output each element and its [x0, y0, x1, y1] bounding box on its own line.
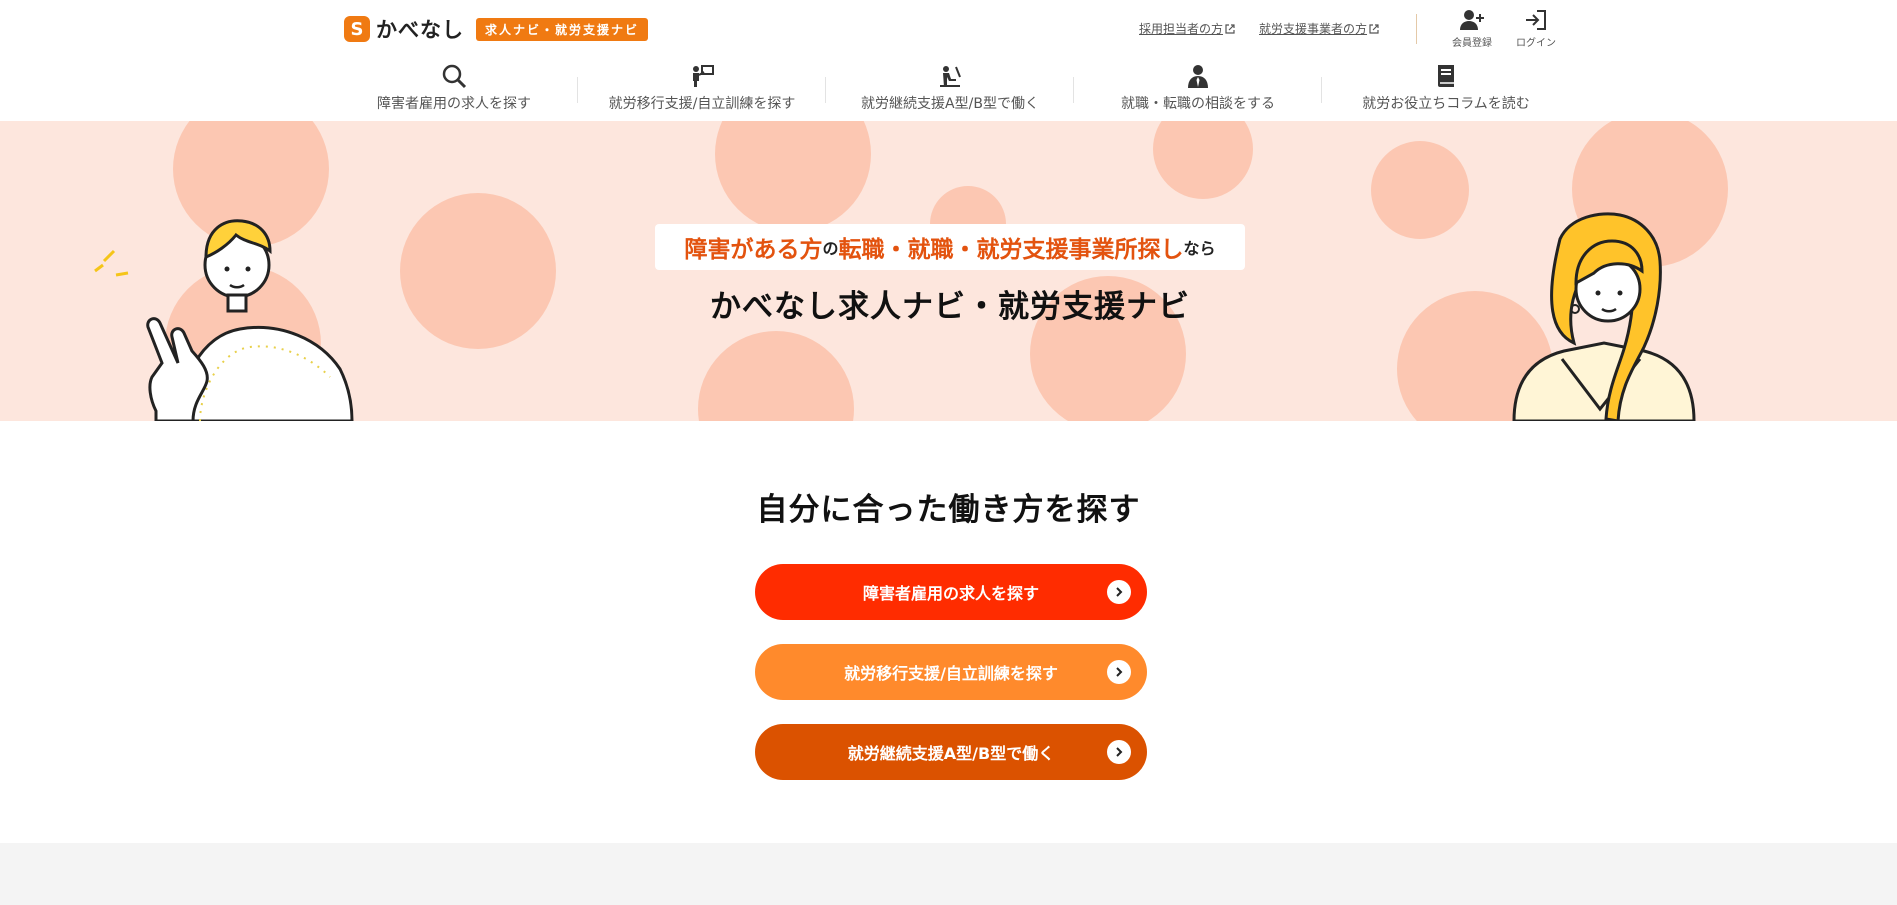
hero-catchphrase: 障害がある方 の 転職・就職・就労支援事業所探し なら	[655, 224, 1245, 270]
register-button[interactable]: 会員登録	[1452, 8, 1492, 49]
login-button[interactable]: ログイン	[1516, 8, 1556, 49]
cta-label: 就労継続支援A型/B型で働く	[847, 744, 1055, 763]
catch-highlight: 障害がある方	[684, 237, 823, 263]
chevron-right-icon	[1107, 660, 1131, 684]
logo-badge: 求人ナビ・就労支援ナビ	[476, 17, 649, 41]
footer-band	[0, 843, 1897, 905]
cta-work-button[interactable]: 就労継続支援A型/B型で働く	[755, 724, 1147, 780]
consult-icon	[1188, 65, 1208, 88]
external-link-icon	[1369, 23, 1379, 34]
logo-text: かべなし	[376, 18, 464, 42]
cta-training-button[interactable]: 就労移行支援/自立訓練を探す	[755, 644, 1147, 700]
catch-text: なら	[1183, 239, 1216, 258]
character-woman-illustration	[1512, 212, 1696, 421]
decor-circle	[1371, 141, 1469, 239]
login-icon	[1526, 10, 1546, 30]
hero-banner: 障害がある方 の 転職・就職・就労支援事業所探し なら かべなし求人ナビ・就労支…	[0, 121, 1897, 421]
training-icon	[693, 65, 714, 87]
nav-item-training[interactable]: 就労移行支援/自立訓練を探す	[578, 63, 826, 115]
hero-title: かべなし求人ナビ・就労支援ナビ	[710, 289, 1190, 325]
catch-text: の	[822, 239, 839, 258]
chevron-right-icon	[1107, 740, 1131, 764]
decor-circle	[715, 121, 871, 232]
site-header: S かべなし 求人ナビ・就労支援ナビ 採用担当者の方 就労支援事業者の方 会員登…	[0, 0, 1897, 122]
header-divider	[1416, 14, 1417, 44]
decor-circle	[1153, 121, 1253, 199]
provider-link[interactable]: 就労支援事業者の方	[1259, 20, 1379, 37]
book-icon	[1438, 65, 1454, 87]
nav-item-column[interactable]: 就労お役立ちコラムを読む	[1322, 63, 1570, 115]
character-man-illustration	[94, 219, 354, 421]
site-logo[interactable]: S かべなし 求人ナビ・就労支援ナビ	[344, 14, 649, 44]
nav-item-job-search[interactable]: 障害者雇用の求人を探す	[330, 63, 578, 115]
logo-icon: S	[344, 16, 370, 42]
chevron-right-icon	[1107, 580, 1131, 604]
cta-label: 就労移行支援/自立訓練を探す	[844, 664, 1058, 683]
nav-item-consult[interactable]: 就職・転職の相談をする	[1074, 63, 1322, 115]
nav-item-work[interactable]: 就労継続支援A型/B型で働く	[826, 63, 1074, 115]
decor-circle	[698, 331, 854, 421]
external-link-icon	[1225, 23, 1235, 34]
decor-circle	[400, 193, 556, 349]
top-links: 採用担当者の方 就労支援事業者の方	[1139, 20, 1379, 37]
main-nav: 障害者雇用の求人を探す 就労移行支援/自立訓練を探す 就労継続支援A型/B型で働…	[330, 63, 1570, 115]
section-title: 自分に合った働き方を探す	[756, 492, 1141, 528]
work-icon	[940, 66, 961, 87]
search-icon	[442, 64, 467, 89]
cta-label: 障害者雇用の求人を探す	[862, 584, 1039, 603]
cta-job-search-button[interactable]: 障害者雇用の求人を探す	[755, 564, 1147, 620]
recruiter-link[interactable]: 採用担当者の方	[1139, 20, 1235, 37]
add-user-icon	[1460, 10, 1484, 30]
catch-highlight: 転職・就職・就労支援事業所探し	[838, 237, 1184, 263]
